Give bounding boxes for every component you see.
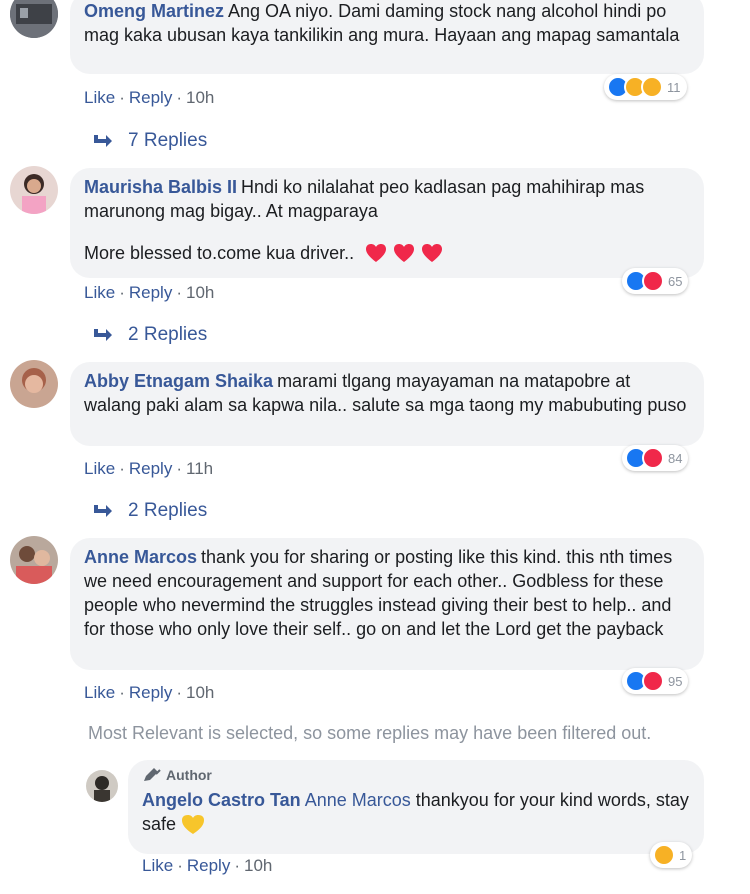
avatar[interactable] bbox=[10, 360, 58, 408]
comment-actions: Like · Reply · 11h bbox=[84, 459, 213, 479]
reply-link[interactable]: Reply bbox=[187, 856, 230, 875]
love-reaction-icon bbox=[642, 670, 664, 692]
pencil-icon bbox=[144, 768, 161, 781]
comment-bubble: Abby Etnagam Shaika marami tlgang mayayam… bbox=[70, 362, 704, 446]
comment-bubble: Anne Marcos thank you for sharing or post… bbox=[70, 538, 704, 670]
separator: · bbox=[119, 283, 125, 302]
comment-author[interactable]: Abby Etnagam Shaika bbox=[84, 371, 273, 391]
timestamp[interactable]: 10h bbox=[186, 283, 214, 302]
timestamp[interactable]: 10h bbox=[186, 683, 214, 702]
separator: · bbox=[176, 459, 182, 478]
reaction-count: 95 bbox=[668, 673, 683, 689]
reaction-count: 65 bbox=[668, 273, 683, 289]
separator: · bbox=[234, 856, 240, 875]
replies-label[interactable]: 2 Replies bbox=[128, 500, 207, 522]
separator: · bbox=[176, 88, 182, 107]
reply-actions: Like · Reply · 10h bbox=[142, 856, 272, 876]
reply-link[interactable]: Reply bbox=[129, 459, 172, 478]
reply-mention[interactable]: Anne Marcos bbox=[305, 790, 411, 810]
like-link[interactable]: Like bbox=[142, 856, 173, 875]
reaction-summary[interactable]: 11 bbox=[604, 74, 687, 100]
view-replies-link[interactable]: 2 Replies bbox=[92, 324, 207, 346]
author-badge: Author bbox=[142, 766, 690, 784]
reaction-count: 84 bbox=[668, 450, 683, 466]
reply-link[interactable]: Reply bbox=[129, 88, 172, 107]
replies-label[interactable]: 2 Replies bbox=[128, 324, 207, 346]
replies-label[interactable]: 7 Replies bbox=[128, 130, 207, 152]
reply-arrow-icon bbox=[94, 135, 112, 147]
comment-actions: Like · Reply · 10h bbox=[84, 683, 214, 703]
sad-reaction-icon bbox=[641, 76, 663, 98]
timestamp[interactable]: 11h bbox=[186, 459, 213, 478]
reply-bubble: Author Angelo Castro Tan Anne Marcos than… bbox=[128, 760, 704, 854]
avatar[interactable] bbox=[10, 0, 58, 38]
like-link[interactable]: Like bbox=[84, 459, 115, 478]
author-badge-label: Author bbox=[166, 767, 212, 783]
avatar[interactable] bbox=[86, 770, 118, 802]
comment-actions: Like · Reply · 10h bbox=[84, 88, 214, 108]
heart-emoji bbox=[365, 243, 443, 263]
reply-link[interactable]: Reply bbox=[129, 283, 172, 302]
comment-text-line2: More blessed to.come kua driver.. bbox=[84, 243, 355, 263]
comment-author[interactable]: Omeng Martinez bbox=[84, 1, 224, 21]
love-reaction-icon bbox=[642, 270, 664, 292]
separator: · bbox=[119, 88, 125, 107]
reply-link[interactable]: Reply bbox=[129, 683, 172, 702]
reaction-summary[interactable]: 84 bbox=[622, 445, 689, 471]
like-link[interactable]: Like bbox=[84, 683, 115, 702]
reaction-count: 11 bbox=[667, 79, 681, 95]
reaction-summary[interactable]: 95 bbox=[622, 668, 689, 694]
wow-reaction-icon bbox=[653, 844, 675, 866]
like-link[interactable]: Like bbox=[84, 88, 115, 107]
reaction-summary[interactable]: 65 bbox=[622, 268, 689, 294]
comment-bubble: Omeng Martinez Ang OA niyo. Dami daming s… bbox=[70, 0, 704, 74]
separator: · bbox=[176, 683, 182, 702]
avatar[interactable] bbox=[10, 166, 58, 214]
comment-actions: Like · Reply · 10h bbox=[84, 283, 214, 303]
love-reaction-icon bbox=[642, 447, 664, 469]
separator: · bbox=[176, 283, 182, 302]
comment-author[interactable]: Anne Marcos bbox=[84, 547, 197, 567]
reply-arrow-icon bbox=[94, 329, 112, 341]
separator: · bbox=[119, 683, 125, 702]
reply-arrow-icon bbox=[94, 505, 112, 517]
reaction-summary[interactable]: 1 bbox=[650, 842, 693, 868]
like-link[interactable]: Like bbox=[84, 283, 115, 302]
timestamp[interactable]: 10h bbox=[186, 88, 214, 107]
filter-notice: Most Relevant is selected, so some repli… bbox=[88, 723, 652, 743]
avatar[interactable] bbox=[10, 536, 58, 584]
yellow-heart-emoji bbox=[181, 814, 205, 835]
comment-bubble: Maurisha Balbis II Hndi ko nilalahat peo … bbox=[70, 168, 704, 278]
reaction-count: 1 bbox=[679, 847, 687, 863]
separator: · bbox=[177, 856, 183, 875]
view-replies-link[interactable]: 7 Replies bbox=[92, 130, 207, 152]
view-replies-link[interactable]: 2 Replies bbox=[92, 500, 207, 522]
timestamp[interactable]: 10h bbox=[244, 856, 272, 875]
separator: · bbox=[119, 459, 125, 478]
reply-author[interactable]: Angelo Castro Tan bbox=[142, 790, 301, 810]
comment-author[interactable]: Maurisha Balbis II bbox=[84, 177, 237, 197]
